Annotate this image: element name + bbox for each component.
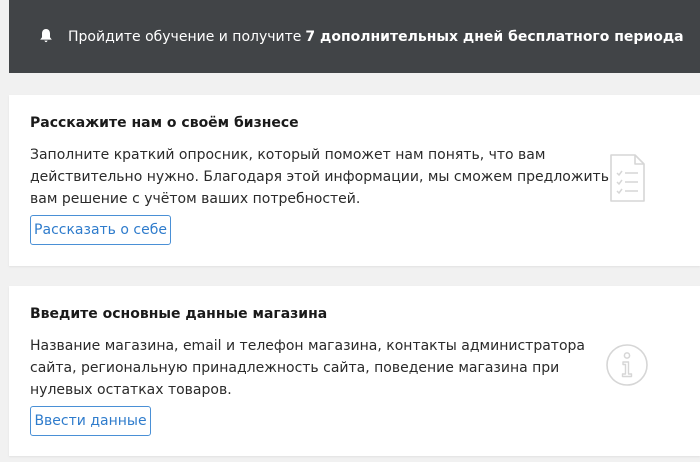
banner-text: Пройдите обучение и получите 7 дополните… bbox=[68, 0, 684, 73]
enter-store-data-button[interactable]: Ввести данные bbox=[30, 406, 151, 436]
checklist-document-icon bbox=[610, 154, 645, 202]
card-description-line: Заполните краткий опросник, который помо… bbox=[30, 147, 546, 163]
card-description-line: нулевых остатках товаров. bbox=[30, 382, 232, 398]
info-icon bbox=[606, 344, 648, 386]
trial-promo-banner: Пройдите обучение и получите 7 дополните… bbox=[9, 0, 700, 73]
card-description: Заполните краткий опросник, который помо… bbox=[30, 144, 609, 210]
card-title: Введите основные данные магазина bbox=[30, 306, 328, 322]
card-description-line: действительно нужно. Благодаря этой инфо… bbox=[30, 169, 609, 185]
bell-icon bbox=[40, 29, 52, 43]
store-details-card: Введите основные данные магазина Названи… bbox=[9, 286, 700, 456]
card-title: Расскажите нам о своём бизнесе bbox=[30, 115, 299, 131]
card-description-line: сайта, региональную принадлежность сайта… bbox=[30, 360, 560, 376]
banner-text-highlight: 7 дополнительных дней бесплатного период… bbox=[305, 28, 684, 45]
card-description: Название магазина, email и телефон магаз… bbox=[30, 335, 585, 401]
tell-about-yourself-button[interactable]: Рассказать о себе bbox=[30, 215, 171, 245]
banner-text-prefix: Пройдите обучение и получите bbox=[68, 28, 302, 45]
onboarding-page: Пройдите обучение и получите 7 дополните… bbox=[0, 0, 700, 462]
business-survey-card: Расскажите нам о своём бизнесе Заполните… bbox=[9, 95, 700, 266]
card-description-line: вам решение с учётом ваших потребностей. bbox=[30, 191, 361, 207]
card-description-line: Название магазина, email и телефон магаз… bbox=[30, 338, 585, 354]
